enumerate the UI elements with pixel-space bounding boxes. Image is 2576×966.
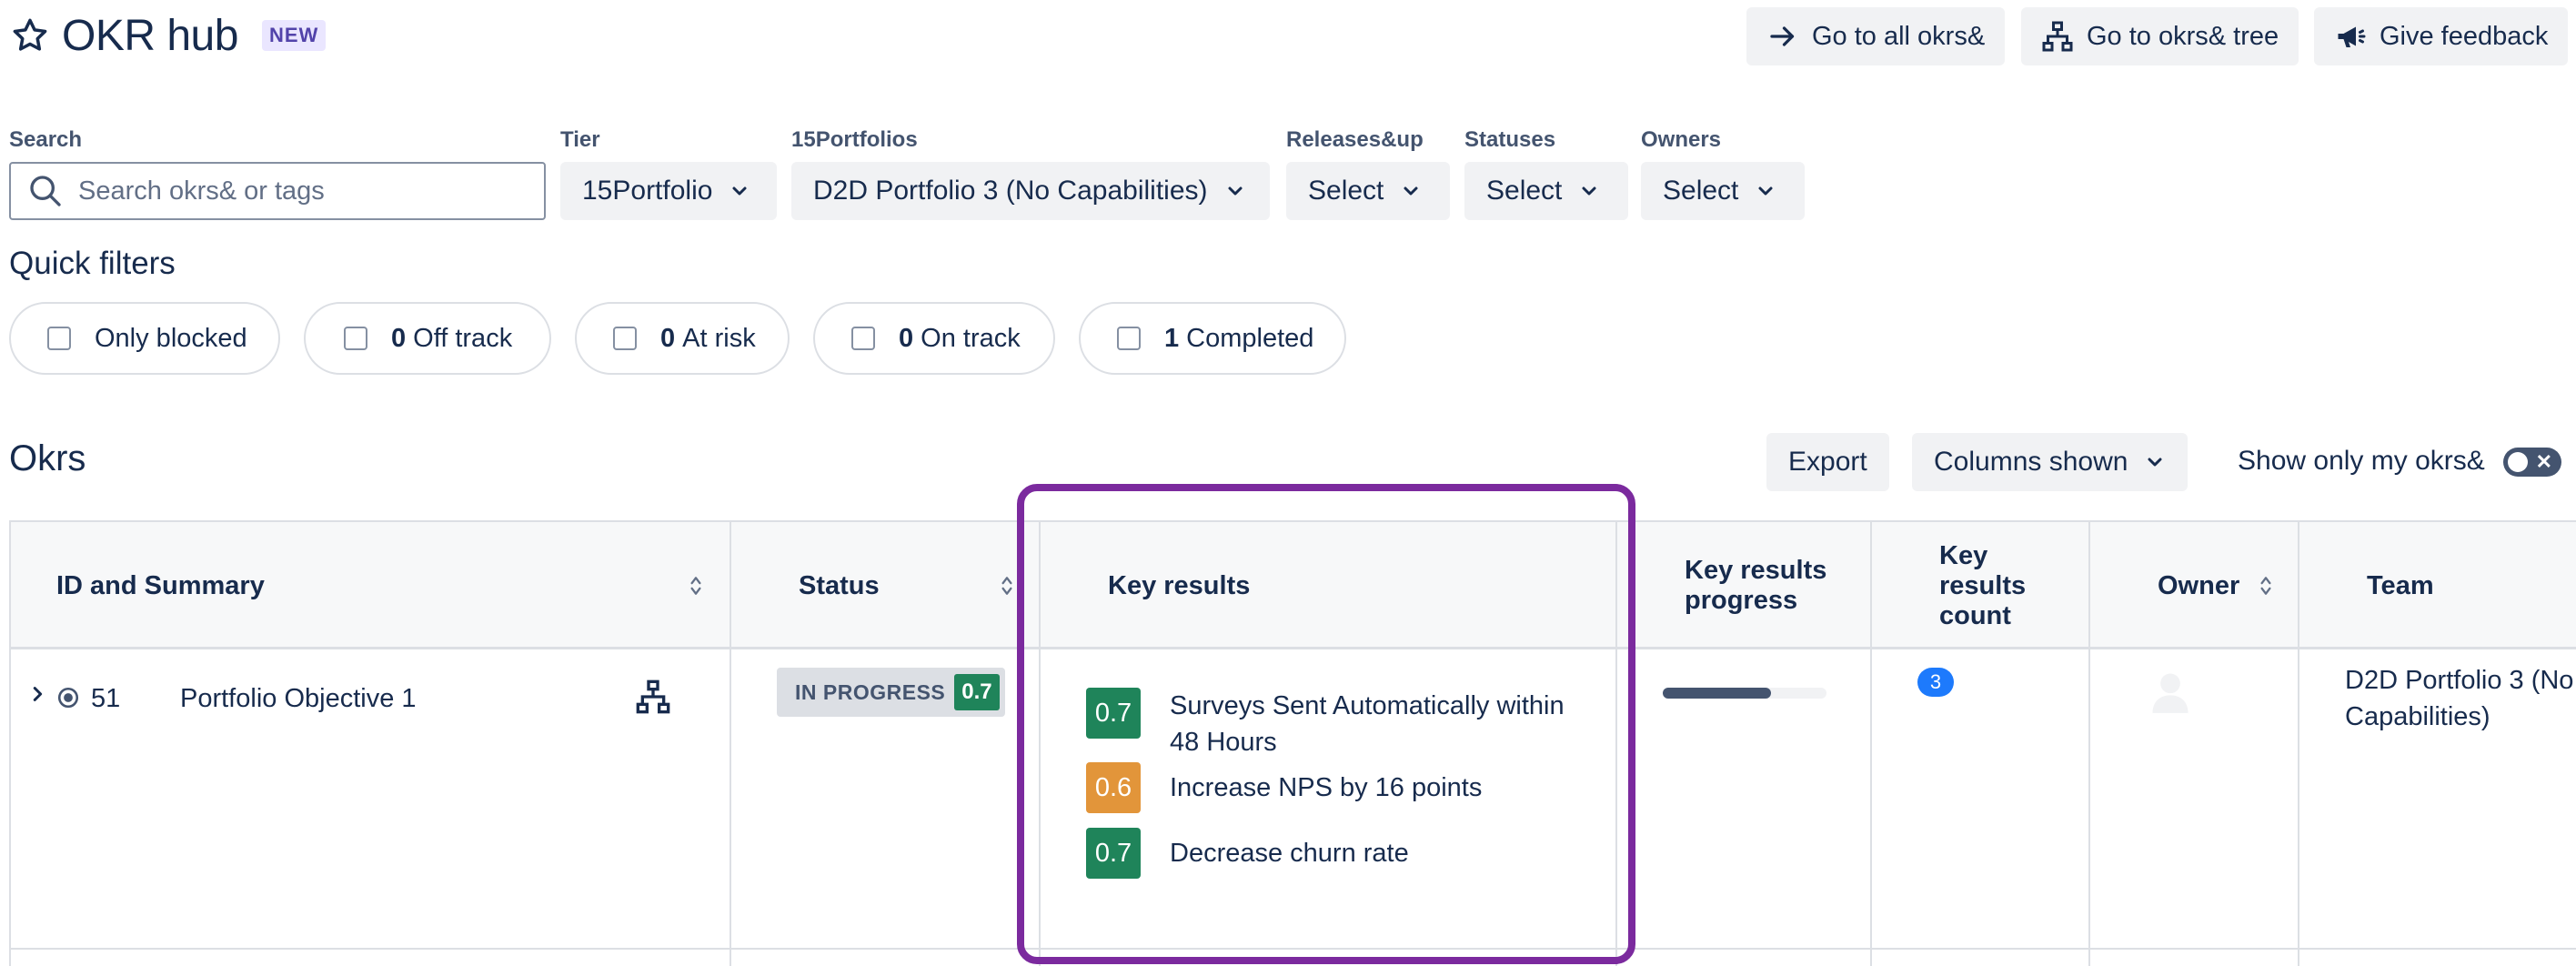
quick-filter-label: Only blocked — [95, 323, 247, 353]
quick-filter-count: 0 — [899, 323, 914, 353]
show-only-my-okrs-toggle[interactable]: ✕ — [2503, 448, 2561, 477]
status-score: 0.7 — [954, 674, 1000, 710]
page-title: OKR hub — [62, 11, 238, 60]
hierarchy-icon — [2042, 21, 2073, 52]
checkbox[interactable] — [47, 327, 71, 350]
objective-summary[interactable]: Portfolio Objective 1 — [180, 684, 417, 714]
portfolios-select[interactable]: D2D Portfolio 3 (No Capabilities) — [791, 162, 1270, 220]
statuses-label: Statuses — [1464, 127, 1556, 152]
chevron-right-icon[interactable] — [27, 684, 47, 704]
key-result-item[interactable]: 0.7 Surveys Sent Automatically within 48… — [1086, 688, 1597, 760]
key-result-score: 0.6 — [1086, 762, 1141, 813]
export-label: Export — [1788, 447, 1867, 477]
search-input[interactable] — [78, 176, 533, 206]
key-result-item[interactable]: 0.7 Decrease churn rate — [1086, 828, 1597, 879]
quick-filter-count: 0 — [391, 323, 407, 353]
chevron-down-icon — [1582, 186, 1596, 196]
quick-filters-title: Quick filters — [9, 246, 176, 281]
quick-filter-at-risk[interactable]: 0 At risk — [575, 302, 790, 375]
okrs-section-title: Okrs — [9, 438, 86, 478]
go-to-all-okrs-button[interactable]: Go to all okrs& — [1746, 7, 2006, 65]
releases-value: Select — [1308, 176, 1384, 206]
avatar[interactable] — [2147, 668, 2194, 715]
tier-select[interactable]: 15Portfolio — [560, 162, 777, 220]
portfolios-label: 15Portfolios — [791, 127, 918, 152]
releases-select[interactable]: Select — [1286, 162, 1450, 220]
quick-filter-on-track[interactable]: 0 On track — [813, 302, 1055, 375]
chevron-down-icon — [1758, 186, 1773, 196]
go-to-okrs-tree-button[interactable]: Go to okrs& tree — [2021, 7, 2299, 65]
key-result-text: Surveys Sent Automatically within 48 Hou… — [1170, 691, 1565, 757]
checkbox[interactable] — [344, 327, 367, 350]
tier-value: 15Portfolio — [582, 176, 713, 206]
toggle-knob — [2508, 452, 2528, 472]
quick-filter-label: Completed — [1186, 323, 1314, 353]
quick-filter-label: Off track — [413, 323, 513, 353]
search-icon — [30, 176, 61, 206]
columns-shown-button[interactable]: Columns shown — [1912, 433, 2189, 491]
statuses-value: Select — [1486, 176, 1563, 206]
search-label: Search — [9, 127, 83, 152]
statuses-select[interactable]: Select — [1464, 162, 1628, 220]
key-result-item[interactable]: 0.6 Increase NPS by 16 points — [1086, 762, 1597, 813]
row-divider — [11, 948, 2576, 950]
key-results-progress-bar — [1663, 688, 1826, 699]
progress-fill — [1663, 688, 1771, 699]
table-row: 51 Portfolio Objective 1 IN PROGRESS 0.7… — [11, 522, 2576, 950]
key-result-text: Increase NPS by 16 points — [1170, 773, 1483, 802]
status-text: IN PROGRESS — [795, 679, 946, 704]
checkbox[interactable] — [1117, 327, 1141, 350]
new-badge: NEW — [261, 20, 327, 51]
megaphone-icon — [2338, 26, 2366, 47]
give-feedback-label: Give feedback — [2380, 21, 2549, 51]
chevron-down-icon — [1228, 186, 1243, 196]
quick-filter-count: 1 — [1164, 323, 1180, 353]
go-to-all-okrs-label: Go to all okrs& — [1812, 21, 1986, 51]
quick-filter-count: 0 — [660, 323, 676, 353]
show-only-my-okrs-label: Show only my okrs& — [2238, 446, 2485, 476]
quick-filter-off-track[interactable]: 0 Off track — [304, 302, 551, 375]
hierarchy-icon[interactable] — [635, 679, 671, 715]
chevron-down-icon — [732, 186, 747, 196]
releases-label: Releases&up — [1286, 127, 1424, 152]
key-result-score: 0.7 — [1086, 828, 1141, 879]
search-field[interactable] — [9, 162, 546, 220]
chevron-down-icon — [1404, 186, 1418, 196]
quick-filter-completed[interactable]: 1 Completed — [1079, 302, 1346, 375]
quick-filter-label: On track — [921, 323, 1021, 353]
tier-label: Tier — [560, 127, 600, 152]
okrs-table: ID and Summary Status Key results Key re… — [9, 520, 2576, 966]
give-feedback-button[interactable]: Give feedback — [2314, 7, 2569, 65]
page-header: OKR hub NEW — [11, 7, 327, 64]
export-button[interactable]: Export — [1766, 433, 1889, 491]
objective-icon — [57, 687, 79, 709]
owners-label: Owners — [1641, 127, 1722, 152]
status-badge[interactable]: IN PROGRESS 0.7 — [777, 668, 1005, 717]
key-results-count-badge: 3 — [1917, 668, 1954, 697]
key-result-text: Decrease churn rate — [1170, 839, 1409, 868]
arrow-right-icon — [1770, 26, 1795, 46]
owners-value: Select — [1663, 176, 1739, 206]
portfolios-value: D2D Portfolio 3 (No Capabilities) — [813, 176, 1208, 206]
star-icon[interactable] — [11, 16, 49, 55]
quick-filter-only-blocked[interactable]: Only blocked — [9, 302, 280, 375]
go-to-okrs-tree-label: Go to okrs& tree — [2087, 21, 2279, 51]
team-name[interactable]: D2D Portfolio 3 (No Capabilities) — [2345, 662, 2576, 735]
chevron-down-icon — [2148, 458, 2162, 467]
columns-shown-label: Columns shown — [1934, 447, 2128, 477]
close-icon: ✕ — [2535, 450, 2552, 473]
key-result-score: 0.7 — [1086, 688, 1141, 739]
checkbox[interactable] — [613, 327, 637, 350]
quick-filter-label: At risk — [682, 323, 756, 353]
checkbox[interactable] — [851, 327, 875, 350]
owners-select[interactable]: Select — [1641, 162, 1805, 220]
objective-id[interactable]: 51 — [91, 684, 120, 714]
